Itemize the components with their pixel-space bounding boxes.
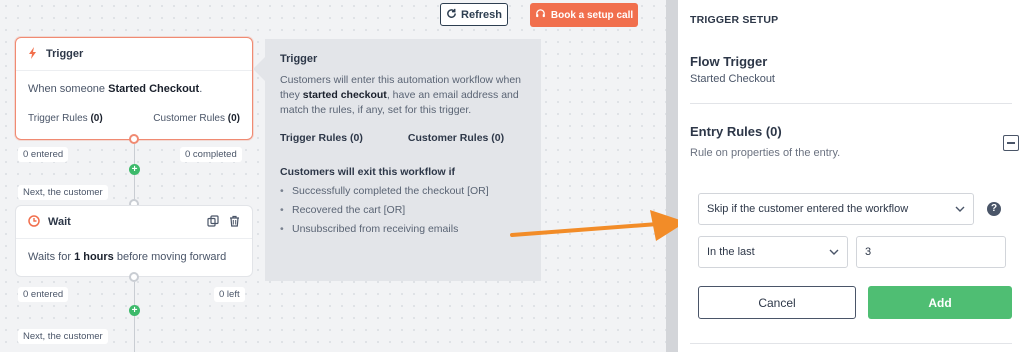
add-step-plus-icon[interactable]: + — [129, 164, 140, 175]
trigger-completed-count: 0 completed — [180, 147, 242, 162]
wait-entered-count: 0 entered — [18, 287, 69, 302]
trigger-rules-link[interactable]: Trigger Rules (0) — [28, 113, 103, 124]
wait-desc-suffix: before moving forward — [116, 251, 227, 263]
wait-desc-duration: 1 hours — [74, 251, 114, 263]
period-select[interactable]: In the last — [698, 236, 848, 268]
period-select-value: In the last — [707, 246, 755, 258]
section-divider — [690, 343, 1012, 344]
wait-output-port[interactable] — [129, 272, 139, 282]
next-customer-label: Next, the customer — [18, 329, 108, 344]
trigger-info-tooltip: Trigger Customers will enter this automa… — [253, 39, 541, 281]
refresh-label: Refresh — [461, 8, 502, 21]
period-value-input[interactable]: 3 — [856, 236, 1006, 268]
tooltip-exit-list: Successfully completed the checkout [OR]… — [280, 182, 526, 239]
trigger-output-port[interactable] — [129, 134, 139, 144]
panel-title: TRIGGER SETUP — [690, 14, 779, 26]
tooltip-exit-title: Customers will exit this workflow if — [280, 166, 456, 178]
trigger-desc-suffix: . — [199, 83, 203, 95]
cancel-button[interactable]: Cancel — [698, 286, 856, 319]
trigger-node-description: When someone Started Checkout. — [16, 71, 252, 95]
trigger-node-title: Trigger — [46, 48, 84, 60]
trigger-node-rules: Trigger Rules (0) Customer Rules (0) — [16, 95, 252, 124]
flow-trigger-value: Started Checkout — [690, 73, 775, 85]
entry-rules-title: Entry Rules (0) — [690, 124, 782, 139]
trigger-desc-event: Started Checkout — [108, 83, 200, 95]
list-item: Unsubscribed from receiving emails — [280, 220, 526, 239]
setup-call-label: Book a setup call — [550, 9, 634, 21]
help-icon[interactable]: ? — [987, 202, 1001, 216]
add-step-plus-icon[interactable]: + — [129, 305, 140, 316]
connector-line — [134, 282, 135, 352]
next-customer-label: Next, the customer — [18, 185, 108, 200]
skip-condition-select[interactable]: Skip if the customer entered the workflo… — [698, 193, 974, 225]
tooltip-customer-rules: Customer Rules (0) — [407, 132, 505, 144]
tooltip-rules: Trigger Rules (0) Customer Rules (0) — [280, 132, 526, 144]
wait-node[interactable]: Wait Waits for 1 hours before moving for… — [15, 205, 253, 277]
headset-icon — [535, 8, 546, 22]
duplicate-icon[interactable] — [207, 214, 219, 230]
refresh-button[interactable]: Refresh — [440, 3, 508, 26]
skip-condition-value: Skip if the customer entered the workflo… — [707, 203, 909, 215]
trash-icon[interactable] — [229, 215, 240, 230]
wait-desc-prefix: Waits for — [28, 251, 71, 263]
trigger-node[interactable]: Trigger When someone Started Checkout. T… — [15, 37, 253, 140]
workflow-canvas: Refresh Book a setup call Trigger When s… — [0, 0, 666, 352]
wait-node-description: Waits for 1 hours before moving forward — [16, 239, 252, 263]
flow-trigger-label: Flow Trigger — [690, 54, 768, 69]
chevron-down-icon — [955, 203, 965, 215]
wait-node-title: Wait — [48, 216, 71, 228]
refresh-icon — [446, 8, 457, 22]
tooltip-trigger-rules: Trigger Rules (0) — [280, 132, 363, 144]
book-setup-call-button[interactable]: Book a setup call — [530, 3, 638, 27]
collapse-minus-icon[interactable] — [1003, 135, 1019, 151]
list-item: Successfully completed the checkout [OR] — [280, 182, 526, 201]
wait-left-count: 0 left — [214, 287, 245, 302]
trigger-entered-count: 0 entered — [18, 147, 69, 162]
tooltip-title: Trigger — [280, 53, 318, 65]
customer-rules-link[interactable]: Customer Rules (0) — [153, 113, 240, 124]
trigger-node-header: Trigger — [16, 38, 252, 71]
section-divider — [690, 103, 1012, 104]
trigger-setup-panel: TRIGGER SETUP Flow Trigger Started Check… — [678, 0, 1024, 352]
trigger-desc-prefix: When someone — [28, 83, 106, 95]
list-item: Recovered the cart [OR] — [280, 201, 526, 220]
tooltip-description: Customers will enter this automation wor… — [280, 74, 522, 116]
clock-icon — [28, 214, 40, 230]
chevron-down-icon — [829, 246, 839, 258]
panel-divider[interactable] — [666, 0, 678, 352]
wait-node-header: Wait — [16, 206, 252, 239]
add-button[interactable]: Add — [868, 286, 1012, 319]
lightning-icon — [28, 46, 38, 62]
annotation-arrow-icon — [510, 210, 686, 241]
entry-rules-subtitle: Rule on properties of the entry. — [690, 147, 841, 159]
